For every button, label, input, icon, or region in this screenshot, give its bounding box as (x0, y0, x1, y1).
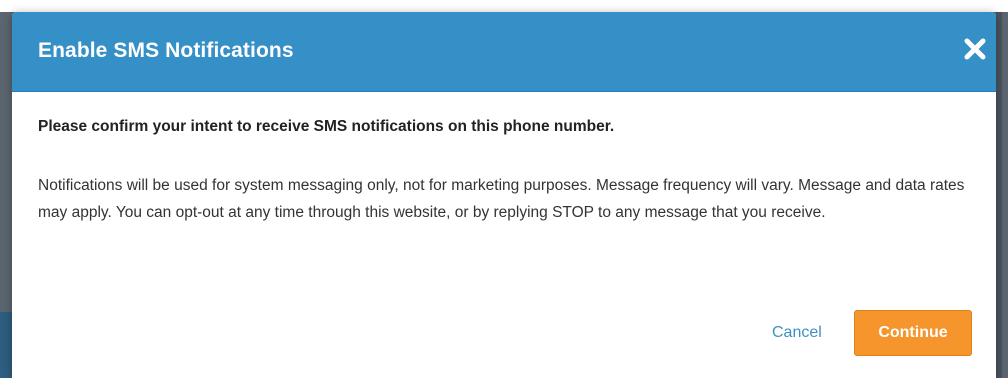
backdrop-left-bottom-strip (0, 312, 12, 378)
continue-button[interactable]: Continue (854, 310, 972, 356)
modal-title: Enable SMS Notifications (38, 39, 294, 62)
cancel-link[interactable]: Cancel (772, 324, 822, 342)
backdrop-top-strip (0, 0, 1008, 12)
confirm-intent-text: Please confirm your intent to receive SM… (38, 118, 615, 135)
notification-info-text: Notifications will be used for system me… (38, 177, 965, 221)
sms-notifications-modal: Enable SMS Notifications Please confirm … (12, 12, 996, 378)
modal-header: Enable SMS Notifications (12, 12, 996, 92)
close-button[interactable] (962, 36, 988, 62)
close-icon (964, 38, 986, 60)
backdrop-right-strip (1002, 12, 1008, 378)
